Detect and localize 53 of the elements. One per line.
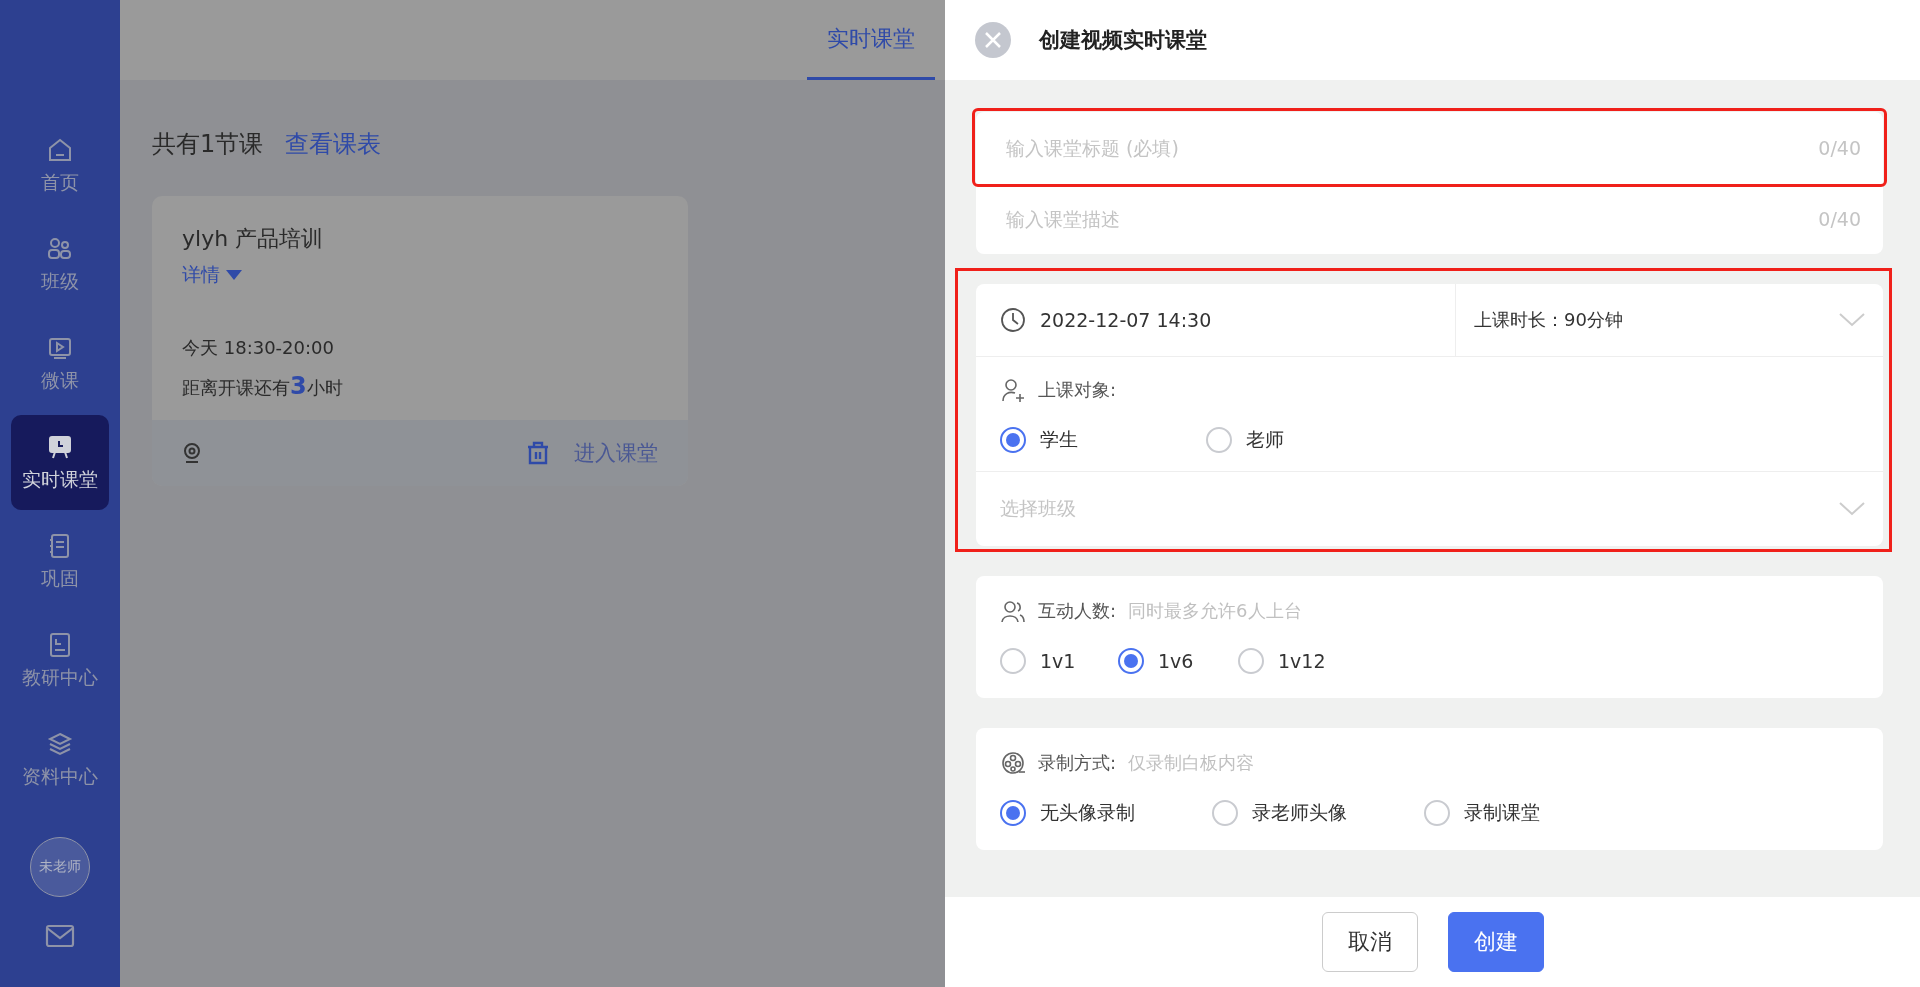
- film-reel-icon: [1000, 750, 1026, 776]
- radio-option[interactable]: 无头像录制: [1000, 800, 1212, 826]
- clock-icon: [1000, 307, 1026, 333]
- sidebar-item[interactable]: 班级: [11, 217, 109, 312]
- caret-icon: [226, 270, 242, 280]
- radio-option[interactable]: 老师: [1206, 427, 1366, 453]
- class-select[interactable]: 选择班级: [976, 472, 1883, 546]
- trash-icon[interactable]: [526, 440, 550, 466]
- enter-class-link[interactable]: 进入课堂: [574, 439, 658, 467]
- text-field[interactable]: 输入课堂描述 0/40: [976, 183, 1883, 254]
- course-time: 今天 18:30-20:00: [182, 336, 335, 360]
- text-field[interactable]: 输入课堂标题 (必填) 0/40: [976, 112, 1883, 183]
- radio-option[interactable]: 录制课堂: [1424, 800, 1604, 826]
- radio-option[interactable]: 1v12: [1238, 648, 1368, 674]
- close-button[interactable]: [975, 22, 1011, 58]
- chevron-down-icon[interactable]: [1839, 313, 1865, 327]
- webcam-icon: [182, 442, 202, 464]
- close-icon: [984, 31, 1002, 49]
- sidebar-item[interactable]: 首页: [11, 118, 109, 213]
- char-counter: 0/40: [1818, 136, 1861, 159]
- field-label: 录制方式:: [1038, 751, 1117, 775]
- sidebar-item[interactable]: 巩固: [11, 514, 109, 609]
- sidebar-item[interactable]: 实时课堂: [11, 415, 109, 510]
- datetime-value[interactable]: 2022-12-07 14:30: [1040, 309, 1212, 331]
- hint-text: 同时最多允许6人上台: [1128, 599, 1302, 623]
- field-label: 互动人数:: [1038, 599, 1117, 623]
- lesson-count: 共有1节课: [152, 129, 264, 160]
- create-button[interactable]: 创建: [1447, 912, 1544, 972]
- course-title: ylyh 产品培训: [182, 225, 325, 253]
- sidebar-item[interactable]: 资料中心: [11, 712, 109, 807]
- schedule-link[interactable]: 查看课表: [285, 128, 382, 160]
- countdown-text: 距离开课还有3小时: [182, 372, 344, 400]
- radio-option[interactable]: 1v6: [1118, 648, 1238, 674]
- text-input[interactable]: 输入课堂描述: [1004, 206, 1819, 231]
- radio-option[interactable]: 1v1: [1000, 648, 1118, 674]
- dialog-title: 创建视频实时课堂: [1039, 27, 1207, 54]
- text-input[interactable]: 输入课堂标题 (必填): [1004, 135, 1819, 160]
- details-link[interactable]: 详情: [182, 262, 242, 288]
- sidebar-item[interactable]: 教研中心: [11, 613, 109, 708]
- field-label: 上课对象:: [1038, 378, 1117, 402]
- duration-value[interactable]: 上课时长：90分钟: [1474, 308, 1623, 332]
- mail-icon[interactable]: [45, 923, 75, 949]
- chevron-down-icon[interactable]: [1839, 502, 1865, 516]
- people-icon: [1000, 598, 1026, 624]
- sidebar-item[interactable]: 微课: [11, 316, 109, 411]
- add-person-icon: [1000, 377, 1026, 403]
- radio-option[interactable]: 录老师头像: [1212, 800, 1424, 826]
- char-counter: 0/40: [1818, 207, 1861, 230]
- cancel-button[interactable]: 取消: [1321, 912, 1418, 972]
- tab[interactable]: 实时课堂: [807, 0, 935, 80]
- hint-text: 仅录制白板内容: [1128, 751, 1255, 775]
- radio-option[interactable]: 学生: [1000, 427, 1206, 453]
- avatar[interactable]: 未老师: [30, 837, 90, 897]
